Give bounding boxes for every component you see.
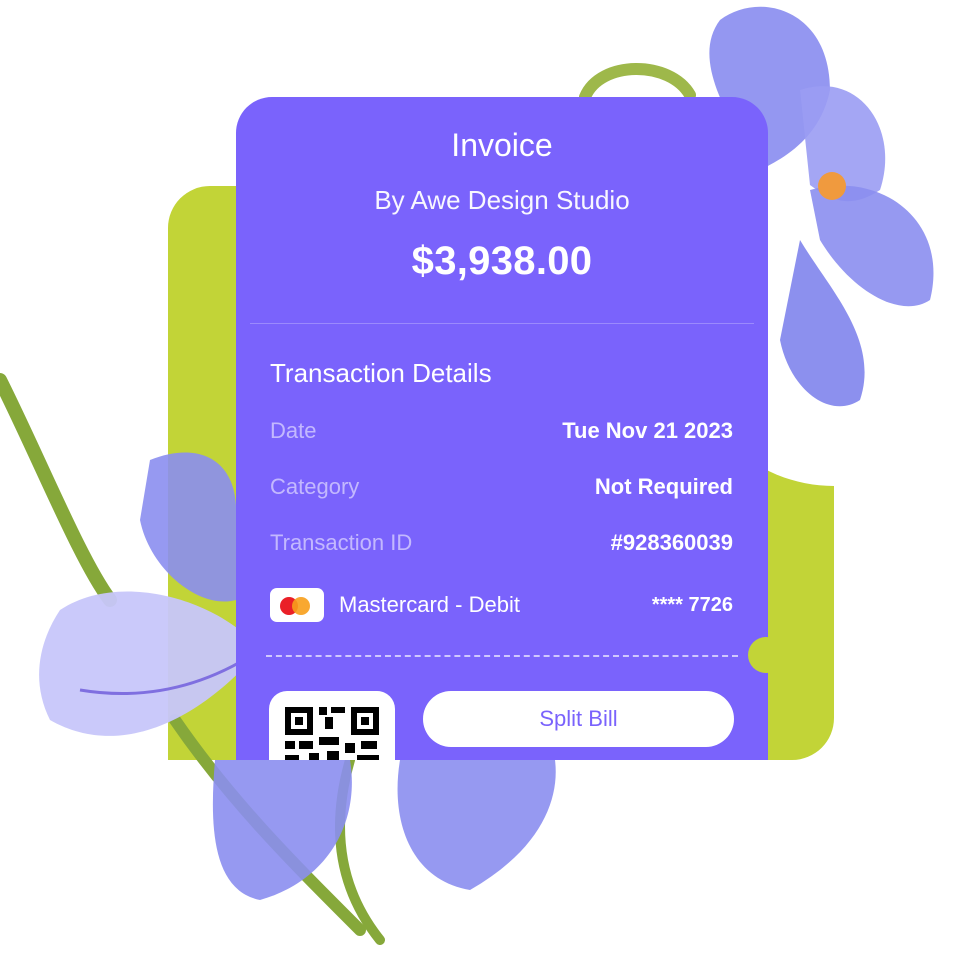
payment-method-row: Mastercard - Debit **** 7726 <box>270 587 733 623</box>
qr-code[interactable] <box>269 691 395 760</box>
detail-row-date: Date Tue Nov 21 2023 <box>270 418 733 444</box>
detail-label: Date <box>270 418 317 443</box>
detail-label: Category <box>270 474 360 499</box>
detail-label: Transaction ID <box>270 530 413 555</box>
payment-method-label: Mastercard - Debit <box>339 592 520 617</box>
ticket-notch <box>748 637 768 673</box>
invoice-amount: $3,938.00 <box>411 239 593 283</box>
transaction-details-title: Transaction Details <box>270 358 492 388</box>
mastercard-icon <box>270 588 324 622</box>
detail-value: #928360039 <box>610 530 733 555</box>
detail-value: Not Required <box>594 474 733 499</box>
invoice-subtitle: By Awe Design Studio <box>374 185 630 215</box>
invoice-card: Invoice By Awe Design Studio $3,938.00 T… <box>236 97 768 760</box>
detail-row-category: Category Not Required <box>270 474 733 500</box>
divider <box>250 323 754 324</box>
invoice-title: Invoice <box>451 127 553 163</box>
qr-code-icon <box>285 707 379 760</box>
detail-row-transaction-id: Transaction ID #928360039 <box>270 530 733 556</box>
split-bill-button[interactable]: Split Bill <box>423 691 734 747</box>
perforation-line <box>266 655 738 657</box>
detail-value: Tue Nov 21 2023 <box>562 418 733 443</box>
card-number: **** 7726 <box>651 593 733 616</box>
